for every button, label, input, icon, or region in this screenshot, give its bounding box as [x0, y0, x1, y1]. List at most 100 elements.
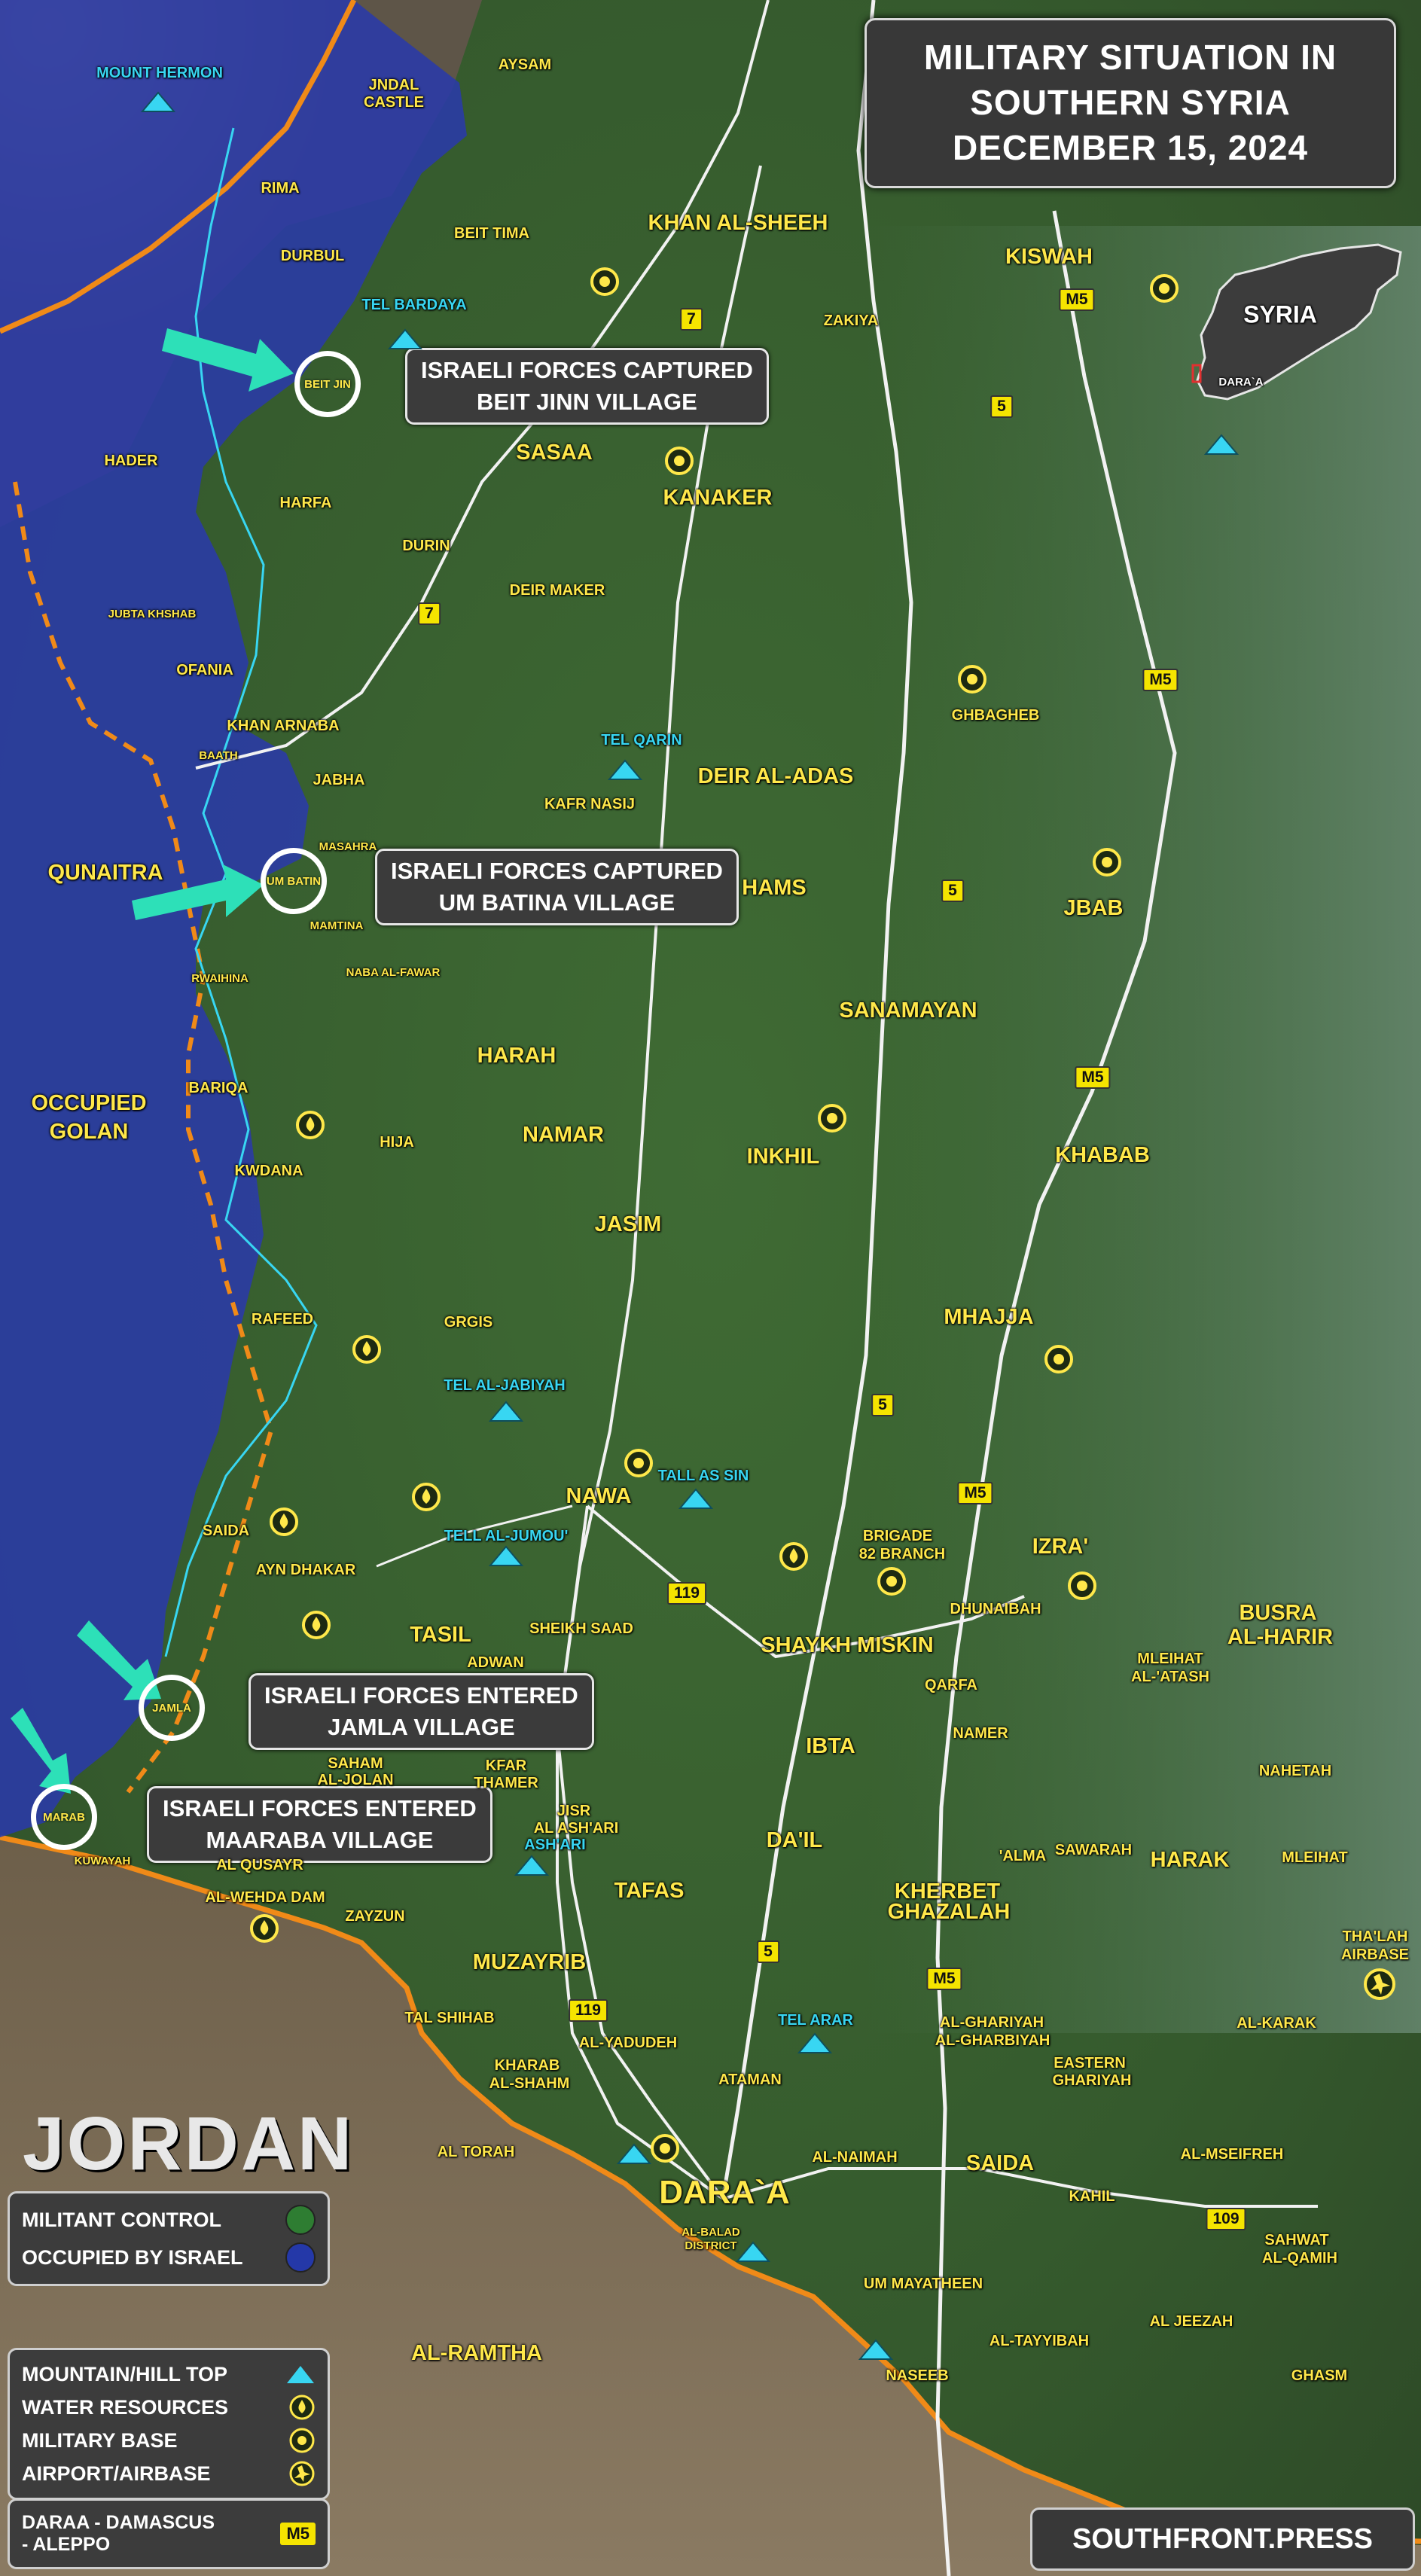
- label-kharab-2: AL-SHAHM: [489, 2075, 570, 2092]
- road-badge-119b: 119: [569, 1999, 608, 2022]
- military-base-icon: [289, 2428, 315, 2453]
- water-resource-icon: [289, 2395, 315, 2420]
- label-thalah-1: THA'LAH: [1342, 1928, 1408, 1945]
- label-tell-al-jumou: TELL AL-JUMOU': [444, 1528, 569, 1544]
- military-base-icon: [1093, 848, 1121, 876]
- label-muzayrib: MUZAYRIB: [472, 1950, 587, 1975]
- label-deir-maker: DEIR MAKER: [509, 582, 605, 599]
- label-kfar-1: KFAR: [485, 1757, 527, 1774]
- label-durin: DURIN: [402, 538, 450, 554]
- military-base-icon: [624, 1449, 653, 1477]
- label-khabab: KHABAB: [1055, 1143, 1150, 1168]
- mountain-icon: [797, 2032, 832, 2053]
- military-base-icon: [1068, 1572, 1096, 1600]
- mountain-icon: [736, 2241, 770, 2262]
- ring-um-batina: UM BATIN: [261, 848, 327, 914]
- label-al-torah: AL TORAH: [437, 2144, 515, 2160]
- label-harak: HARAK: [1150, 1848, 1230, 1873]
- legend-row-israel: OCCUPIED BY ISRAEL: [22, 2239, 316, 2276]
- label-namer: NAMER: [953, 1725, 1008, 1742]
- military-base-icon: [818, 1104, 846, 1133]
- label-al-naimah: AL-NAIMAH: [812, 2149, 898, 2166]
- callout-line: ISRAELI FORCES CAPTURED: [421, 357, 753, 383]
- label-jbab: JBAB: [1063, 896, 1124, 921]
- road-badge-7a: 7: [680, 308, 703, 331]
- label-inkhil: INKHIL: [746, 1145, 820, 1169]
- label-khan-arnaba: KHAN ARNABA: [227, 718, 340, 734]
- label-dail: DA'IL: [766, 1828, 823, 1853]
- label-kuwayah: KUWAYAH: [74, 1854, 131, 1867]
- label-ghariyah-1: AL-GHARIYAH: [939, 2014, 1044, 2031]
- jordan-label: JORDAN: [23, 2102, 355, 2186]
- label-izra: IZRA': [1032, 1535, 1089, 1559]
- label-sawarah: SAWARAH: [1054, 1842, 1133, 1858]
- label-naba-al-fawar: NABA AL-FAWAR: [346, 965, 441, 979]
- title-line1: MILITARY SITUATION IN: [923, 38, 1337, 78]
- label-kanaker: KANAKER: [663, 486, 773, 511]
- label-al-qusayr: AL QUSAYR: [216, 1857, 303, 1873]
- label-ayn-dhakar: AYN DHAKAR: [255, 1562, 356, 1578]
- label-saham-1: SAHAM: [328, 1755, 383, 1772]
- label-durbul: DURBUL: [280, 248, 345, 264]
- water-resource-icon: [302, 1611, 331, 1639]
- callout-line: ISRAELI FORCES ENTERED: [264, 1682, 578, 1709]
- label-ataman: ATAMAN: [718, 2071, 782, 2088]
- mountain-icon: [141, 91, 175, 112]
- label-al-yadudeh: AL-YADUDEH: [578, 2035, 678, 2051]
- callout-line: JAMLA VILLAGE: [328, 1713, 515, 1740]
- label-nahetah: NAHETAH: [1258, 1763, 1332, 1779]
- label-saida-east: SAIDA: [965, 2151, 1035, 2176]
- label-harfa: HARFA: [279, 495, 332, 511]
- label-tall-as-sin: TALL AS SIN: [657, 1468, 749, 1484]
- legend-road-text: DARAA - DAMASCUS - ALEPPO: [22, 2512, 215, 2556]
- label-brigade-1: BRIGADE: [862, 1528, 933, 1544]
- label-ibta: IBTA: [806, 1734, 855, 1759]
- road-badge-m5a: M5: [1059, 288, 1095, 311]
- label-daraa: DARA`A: [659, 2173, 790, 2211]
- military-base-icon: [958, 665, 986, 694]
- mountain-icon: [617, 2143, 651, 2164]
- mountain-icon: [287, 2366, 314, 2383]
- label-baath: BAATH: [199, 748, 238, 762]
- legend-road: DARAA - DAMASCUS - ALEPPO M5: [8, 2498, 330, 2569]
- label-eastern-2: GHARIYAH: [1052, 2072, 1132, 2089]
- road-badge-m5c: M5: [1075, 1066, 1111, 1089]
- label-sheikh-saad: SHEIKH SAAD: [529, 1620, 633, 1637]
- label-aysam: AYSAM: [498, 56, 552, 73]
- legend-label: AIRPORT/AIRBASE: [22, 2462, 211, 2485]
- label-jisr-2: AL ASH'ARI: [533, 1820, 619, 1837]
- label-al-ramtha: AL-RAMTHA: [411, 2341, 542, 2366]
- region-golan-1: OCCUPIED: [31, 1091, 147, 1116]
- label-kfar-2: THAMER: [474, 1775, 538, 1791]
- label-masahra: MASAHRA: [319, 840, 377, 853]
- mountain-icon: [489, 1545, 523, 1566]
- label-tel-bardaya: TEL BARDAYA: [361, 297, 467, 313]
- label-mhajja: MHAJJA: [944, 1305, 1034, 1330]
- source-credit: SOUTHFRONT.PRESS: [1030, 2507, 1415, 2571]
- label-al-tayyibah: AL-TAYYIBAH: [989, 2333, 1090, 2349]
- road-badge-7b: 7: [418, 602, 441, 625]
- ring-beit-jinn: BEIT JIN: [294, 351, 361, 417]
- label-rafeed: RAFEED: [251, 1311, 314, 1328]
- callout-line: ISRAELI FORCES ENTERED: [163, 1795, 477, 1821]
- legend-row-water: WATER RESOURCES: [22, 2391, 316, 2424]
- label-mleihat-atash-1: MLEIHAT: [1137, 1651, 1203, 1667]
- mountain-icon: [1204, 434, 1239, 455]
- label-kherbet-2: GHAZALAH: [887, 1900, 1011, 1925]
- label-busra-1: BUSRA: [1239, 1601, 1317, 1626]
- road-badge-5b: 5: [941, 879, 964, 902]
- legend-label: DARAA - DAMASCUS: [22, 2512, 215, 2533]
- airbase-icon: [1364, 1968, 1395, 2000]
- label-sahwat-2: AL-QAMIH: [1262, 2250, 1337, 2267]
- label-rima: RIMA: [261, 180, 300, 197]
- military-base-icon: [651, 2134, 679, 2163]
- label-ofania: OFANIA: [176, 662, 233, 678]
- mountain-icon: [514, 1855, 549, 1876]
- label-jasim: JASIM: [594, 1212, 662, 1237]
- label-deir-al-adas: DEIR AL-ADAS: [697, 764, 854, 789]
- water-resource-icon: [250, 1914, 279, 1943]
- eastern-plain-shade: [866, 226, 1421, 2033]
- label-brigade-2: 82 BRANCH: [858, 1546, 946, 1562]
- label-mamtina: MAMTINA: [310, 919, 364, 932]
- label-al-jeezah: AL JEEZAH: [1149, 2313, 1233, 2330]
